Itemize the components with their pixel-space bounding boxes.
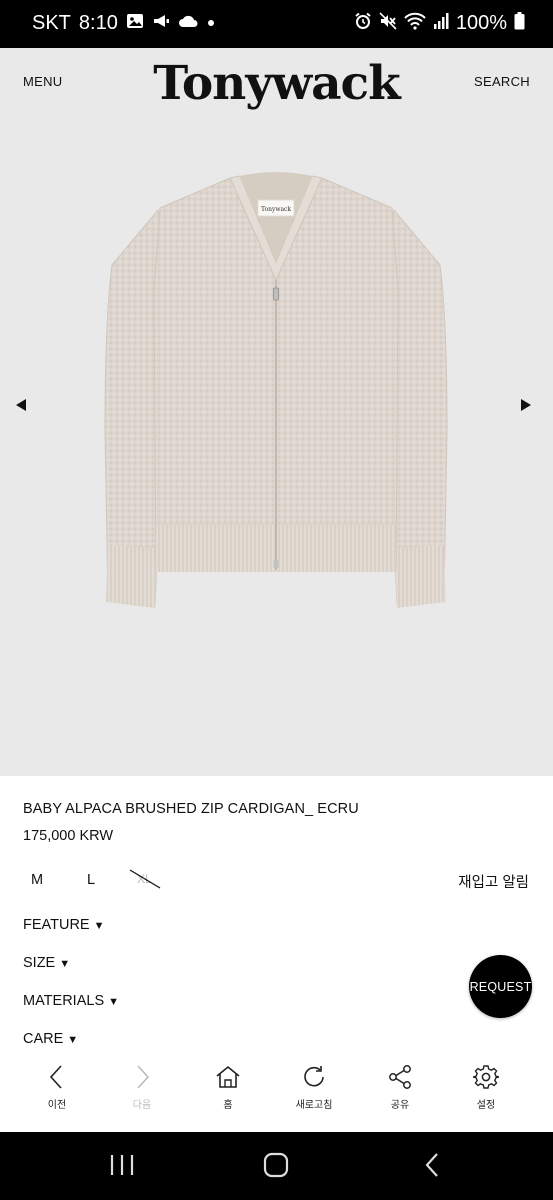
restock-alert-button[interactable]: 재입고 알림 — [458, 871, 529, 892]
settings-icon — [473, 1065, 499, 1089]
product-gallery: Tonywack — [0, 120, 553, 776]
recent-apps-icon[interactable] — [108, 1152, 136, 1183]
toolbar-settings-button[interactable]: 설정 — [456, 1064, 516, 1111]
product-price: 175,000 KRW — [23, 828, 114, 844]
home-icon — [216, 1065, 240, 1088]
materials-toggle[interactable]: MATERIALS ▼ — [23, 993, 119, 1009]
megaphone-icon — [152, 12, 170, 35]
care-label: CARE — [23, 1031, 64, 1047]
search-button[interactable]: SEARCH — [474, 74, 530, 89]
feature-label: FEATURE — [23, 917, 90, 933]
system-back-icon[interactable] — [420, 1152, 444, 1183]
wifi-icon — [404, 12, 426, 35]
refresh-icon — [304, 1066, 324, 1087]
mute-icon — [379, 12, 397, 35]
size-option-m[interactable]: M — [31, 872, 43, 888]
brand-logo[interactable]: Tonywack — [0, 56, 553, 111]
share-icon — [389, 1065, 411, 1089]
browser-toolbar: 이전 다음 홈 새로고침 공유 설정 — [0, 1054, 553, 1132]
clock: 8:10 — [78, 12, 118, 34]
home-circle-icon[interactable] — [262, 1152, 290, 1183]
toolbar-forward-label: 다음 — [132, 1100, 152, 1111]
system-navigation-bar — [0, 1132, 553, 1200]
battery-icon — [514, 12, 525, 35]
care-toggle[interactable]: CARE ▼ — [23, 1031, 78, 1047]
status-bar: SKT 8:10 100% — [0, 0, 553, 48]
caret-down-icon: ▼ — [108, 996, 119, 1008]
toolbar-back-button[interactable]: 이전 — [27, 1064, 87, 1111]
size-option-xl-soldout[interactable]: XL — [128, 868, 162, 889]
request-button[interactable]: REQUEST — [469, 955, 532, 1018]
alarm-icon — [354, 12, 372, 35]
toolbar-home-label: 홈 — [223, 1100, 233, 1111]
toolbar-back-label: 이전 — [47, 1100, 67, 1111]
toolbar-refresh-label: 새로고침 — [295, 1100, 333, 1111]
dot-icon — [206, 15, 216, 33]
product-name: BABY ALPACA BRUSHED ZIP CARDIGAN_ ECRU — [23, 801, 359, 817]
size-option-l[interactable]: L — [87, 872, 95, 888]
back-icon — [49, 1065, 62, 1089]
caret-down-icon: ▼ — [67, 1034, 79, 1046]
forward-icon — [137, 1065, 150, 1089]
triangle-right-icon[interactable] — [519, 398, 535, 414]
gallery-icon — [126, 12, 144, 35]
triangle-left-icon[interactable] — [14, 398, 30, 414]
caret-down-icon: ▼ — [59, 958, 71, 970]
caret-down-icon: ▼ — [93, 920, 105, 932]
product-image: Tonywack — [100, 170, 452, 655]
size-toggle[interactable]: SIZE ▼ — [23, 955, 70, 971]
site-header: MENU Tonywack SEARCH — [0, 48, 553, 120]
battery-percent: 100% — [455, 12, 507, 34]
feature-toggle[interactable]: FEATURE ▼ — [23, 917, 105, 933]
materials-label: MATERIALS — [23, 993, 105, 1009]
toolbar-home-button[interactable]: 홈 — [198, 1064, 258, 1111]
toolbar-forward-button[interactable]: 다음 — [112, 1064, 172, 1111]
size-label: SIZE — [23, 955, 56, 971]
signal-icon — [433, 12, 449, 35]
status-right: 100% — [354, 12, 525, 35]
carrier-label: SKT — [32, 12, 71, 34]
toolbar-settings-label: 설정 — [476, 1100, 496, 1111]
product-info: BABY ALPACA BRUSHED ZIP CARDIGAN_ ECRU 1… — [0, 776, 553, 1054]
toolbar-share-button[interactable]: 공유 — [370, 1064, 430, 1111]
status-left: SKT 8:10 — [32, 12, 216, 35]
toolbar-refresh-button[interactable]: 새로고침 — [284, 1064, 344, 1111]
cloud-icon — [178, 13, 198, 34]
garment-label: Tonywack — [261, 206, 291, 213]
toolbar-share-label: 공유 — [390, 1100, 410, 1111]
